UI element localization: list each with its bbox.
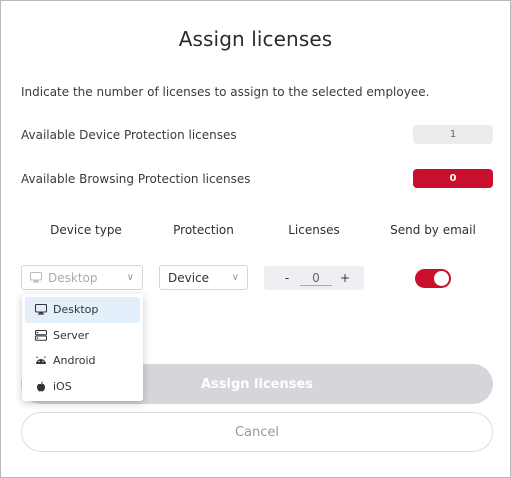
browsing-protection-count-badge: 0 [413,169,493,188]
toggle-knob [434,271,449,286]
column-licenses: Licenses [288,223,340,237]
chevron-down-icon: ∨ [231,272,239,283]
android-icon [35,355,47,366]
licenses-stepper: - 0 + [264,266,364,290]
server-icon [35,329,47,341]
column-device-type: Device type [50,223,122,237]
dropdown-option-desktop[interactable]: Desktop [25,297,140,323]
dropdown-option-android[interactable]: Android [25,348,140,374]
dialog-title: Assign licenses [178,27,333,51]
cancel-button[interactable]: Cancel [21,412,493,452]
dropdown-option-server[interactable]: Server [25,323,140,349]
device-type-select[interactable]: Desktop ∨ [21,265,143,290]
desktop-icon [30,272,42,283]
device-type-value: Desktop [48,270,98,285]
device-type-dropdown: Desktop Server Android iOS [22,294,143,401]
column-protection: Protection [173,223,234,237]
send-by-email-toggle[interactable] [415,269,451,288]
protection-value: Device [168,270,210,285]
dialog-intro: Indicate the number of licenses to assig… [21,85,430,99]
dropdown-option-label: iOS [53,379,72,393]
protection-select[interactable]: Device ∨ [159,265,248,290]
apple-icon [35,381,47,392]
licenses-input[interactable]: 0 [300,271,332,286]
dropdown-option-label: Desktop [53,303,99,317]
dropdown-option-label: Android [53,354,96,368]
assign-licenses-dialog: Assign licenses Indicate the number of l… [0,0,511,478]
decrement-button[interactable]: - [278,271,296,285]
device-protection-label: Available Device Protection licenses [21,128,237,142]
dropdown-option-ios[interactable]: iOS [25,374,140,400]
increment-button[interactable]: + [336,271,354,285]
device-protection-count-badge: 1 [413,125,493,144]
dropdown-option-label: Server [53,328,90,342]
column-send-by-email: Send by email [390,223,476,237]
desktop-icon [35,304,47,315]
browsing-protection-label: Available Browsing Protection licenses [21,172,251,186]
chevron-down-icon: ∨ [126,272,134,283]
